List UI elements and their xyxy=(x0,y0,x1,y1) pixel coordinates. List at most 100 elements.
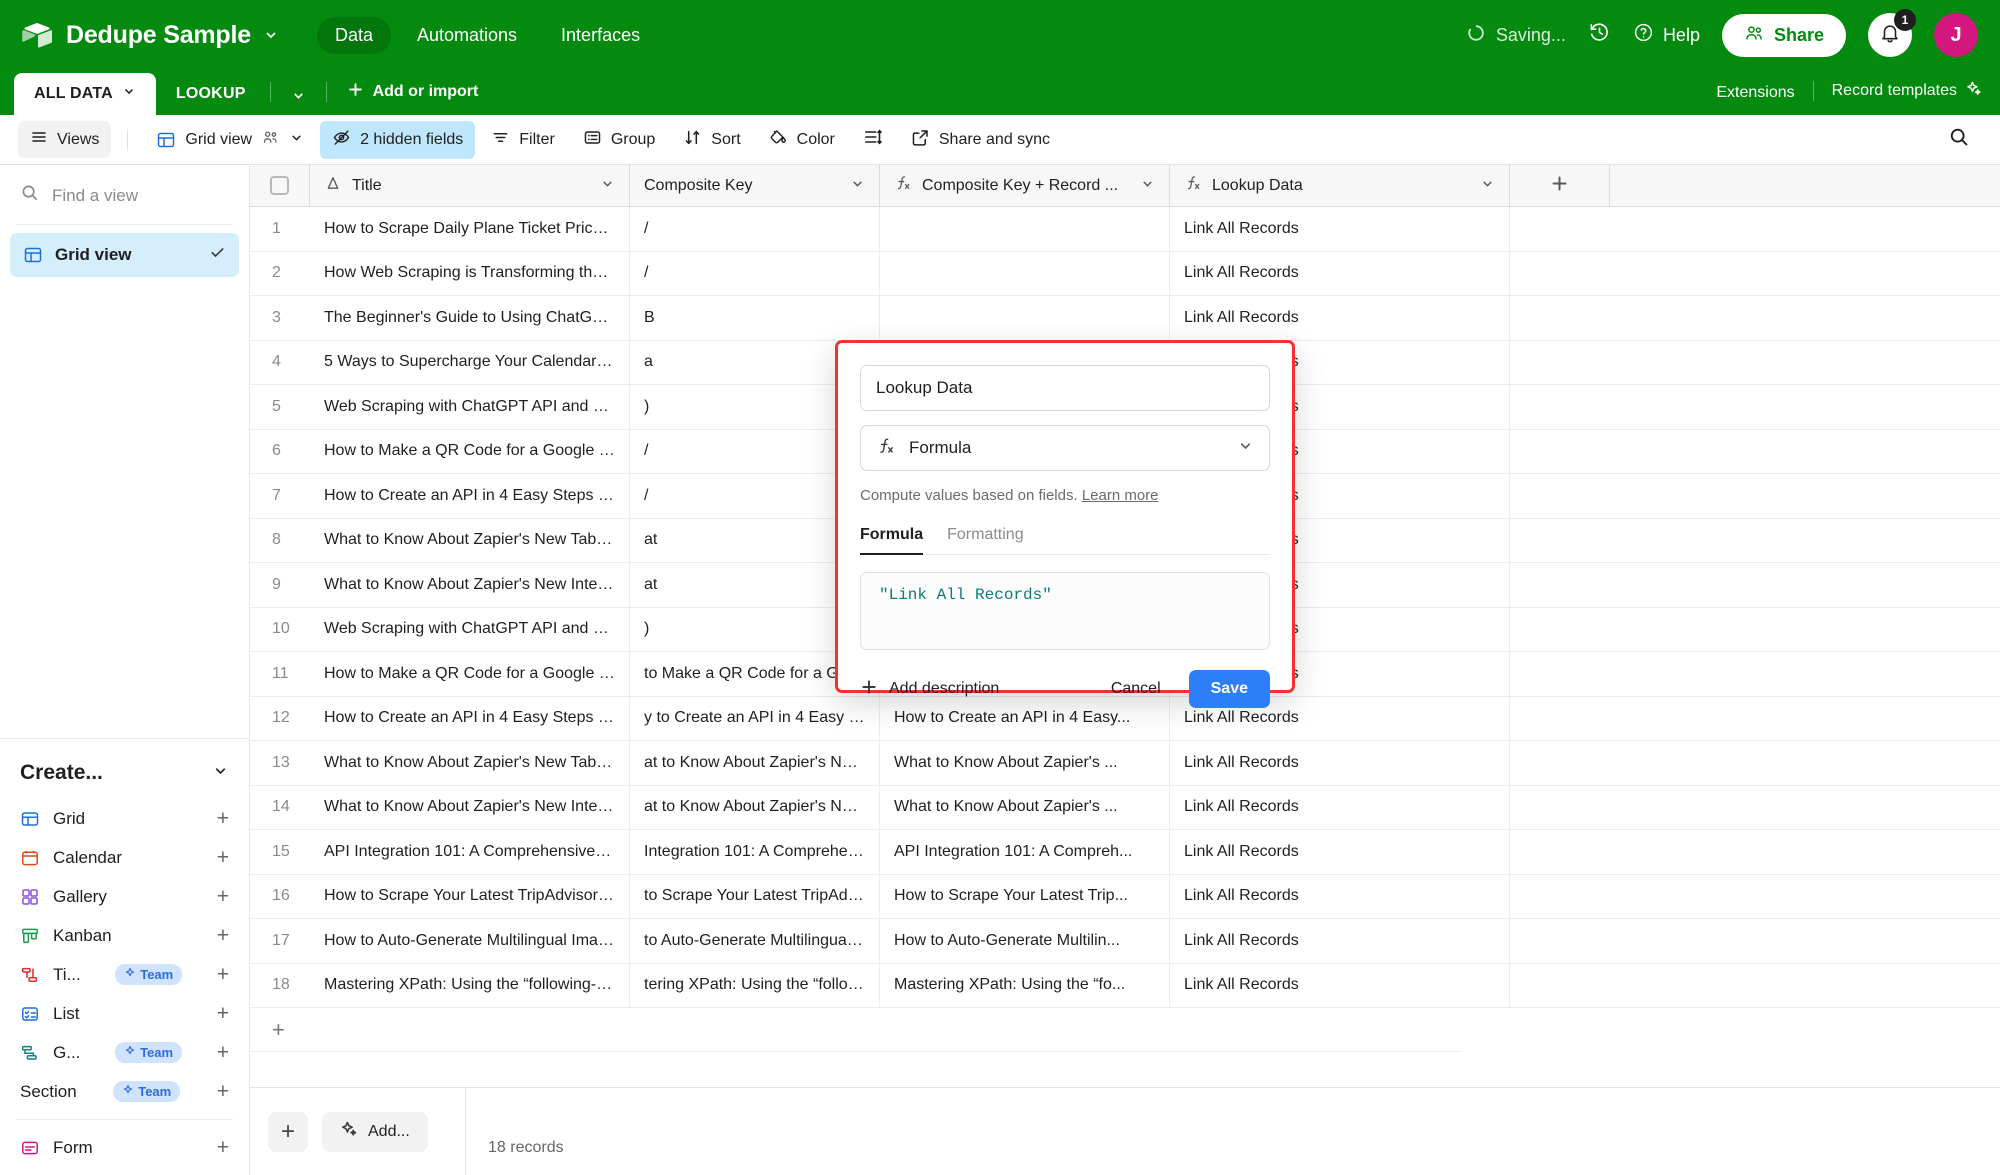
create-item-list[interactable]: List + xyxy=(0,994,249,1033)
cell-ck[interactable]: / xyxy=(630,251,880,295)
tab-lookup[interactable]: LOOKUP xyxy=(156,74,266,115)
learn-more-link[interactable]: Learn more xyxy=(1082,487,1159,504)
cell-title[interactable]: How to Make a QR Code for a Google For..… xyxy=(310,429,630,473)
plus-icon[interactable]: + xyxy=(217,1003,229,1024)
column-header-composite-key-record[interactable]: Composite Key + Record ... xyxy=(880,165,1170,206)
plus-icon[interactable]: + xyxy=(217,1042,229,1063)
cell-title[interactable]: How to Auto-Generate Multilingual Images… xyxy=(310,919,630,963)
table-row[interactable]: 17 How to Auto-Generate Multilingual Imag… xyxy=(250,919,2000,964)
cell-ck[interactable]: tering XPath: Using the “following... xyxy=(630,963,880,1007)
create-item-gallery[interactable]: Gallery + xyxy=(0,877,249,916)
cell-title[interactable]: What to Know About Zapier's New Interfac… xyxy=(310,563,630,607)
nav-item-automations[interactable]: Automations xyxy=(399,17,535,54)
cell-ck[interactable]: to Scrape Your Latest TripAdviso... xyxy=(630,874,880,918)
chevron-down-icon[interactable] xyxy=(1480,176,1495,196)
table-row[interactable]: 15 API Integration 101: A Comprehensive G… xyxy=(250,830,2000,875)
views-toggle-button[interactable]: Views xyxy=(18,121,112,158)
field-name-input[interactable]: Lookup Data xyxy=(860,365,1270,411)
cell-lookup[interactable]: Link All Records xyxy=(1170,251,1510,295)
group-button[interactable]: Group xyxy=(571,121,667,159)
hidden-fields-button[interactable]: 2 hidden fields xyxy=(320,120,476,159)
plus-icon[interactable]: + xyxy=(217,847,229,868)
tables-overflow-chevron[interactable] xyxy=(275,77,322,115)
add-or-import-button[interactable]: Add or import xyxy=(331,70,495,115)
add-field-button[interactable] xyxy=(1510,165,1610,206)
share-button[interactable]: Share xyxy=(1721,13,1846,57)
chevron-down-icon[interactable] xyxy=(1237,437,1254,459)
chevron-down-icon[interactable] xyxy=(850,176,865,196)
field-type-select[interactable]: Formula xyxy=(860,425,1270,471)
cell-lookup[interactable]: Link All Records xyxy=(1170,296,1510,340)
create-item-grid[interactable]: Grid + xyxy=(0,799,249,838)
add-record-menu-button[interactable]: Add... xyxy=(322,1111,428,1152)
cell-ckr[interactable]: What to Know About Zapier's ... xyxy=(880,741,1170,785)
create-item-section[interactable]: Section Team + xyxy=(0,1072,249,1111)
cell-lookup[interactable]: Link All Records xyxy=(1170,741,1510,785)
plus-icon[interactable]: + xyxy=(217,925,229,946)
sort-button[interactable]: Sort xyxy=(671,121,752,159)
cell-ckr[interactable]: API Integration 101: A Compreh... xyxy=(880,830,1170,874)
cell-ckr[interactable]: How to Scrape Your Latest Trip... xyxy=(880,874,1170,918)
plus-icon[interactable]: + xyxy=(217,1081,229,1102)
plus-icon[interactable]: + xyxy=(217,886,229,907)
chevron-down-icon[interactable] xyxy=(600,176,615,196)
cell-title[interactable]: Mastering XPath: Using the “following-si… xyxy=(310,963,630,1007)
base-chevron-down-icon[interactable] xyxy=(263,27,279,43)
filter-button[interactable]: Filter xyxy=(479,121,567,159)
cell-title[interactable]: How to Make a QR Code for a Google For..… xyxy=(310,652,630,696)
cell-title[interactable]: API Integration 101: A Comprehensive Gui… xyxy=(310,830,630,874)
tab-all-data[interactable]: ALL DATA xyxy=(14,73,156,115)
cell-ckr[interactable] xyxy=(880,251,1170,295)
cell-title[interactable]: How Web Scraping is Transforming the Ma.… xyxy=(310,251,630,295)
cell-ckr[interactable] xyxy=(880,207,1170,251)
chevron-down-icon[interactable] xyxy=(1140,176,1155,196)
cell-ck[interactable]: B xyxy=(630,296,880,340)
cell-ck[interactable]: at to Know About Zapier's New Ta... xyxy=(630,741,880,785)
cell-lookup[interactable]: Link All Records xyxy=(1170,963,1510,1007)
cell-ck[interactable]: to Auto-Generate Multilingual Im... xyxy=(630,919,880,963)
cell-title[interactable]: What to Know About Zapier's New Tables .… xyxy=(310,518,630,562)
select-all-checkbox[interactable] xyxy=(250,165,310,206)
cell-lookup[interactable]: Link All Records xyxy=(1170,874,1510,918)
create-item-timeline[interactable]: Ti... Team + xyxy=(0,955,249,994)
table-row[interactable]: 13 What to Know About Zapier's New Tables… xyxy=(250,741,2000,786)
create-section-header[interactable]: Create... xyxy=(0,739,249,799)
cell-ck[interactable]: at to Know About Zapier's New Int... xyxy=(630,785,880,829)
table-row[interactable]: 14 What to Know About Zapier's New Interf… xyxy=(250,785,2000,830)
cell-title[interactable]: Web Scraping with ChatGPT API and Brow..… xyxy=(310,607,630,651)
chevron-down-icon[interactable] xyxy=(212,761,229,785)
find-a-view-input[interactable]: Find a view xyxy=(0,165,249,224)
add-record-plus-button[interactable]: + xyxy=(268,1111,308,1152)
cell-title[interactable]: How to Scrape Daily Plane Ticket Prices … xyxy=(310,207,630,251)
create-item-calendar[interactable]: Calendar + xyxy=(0,838,249,877)
add-description-button[interactable]: Add description xyxy=(860,678,999,701)
plus-icon[interactable]: + xyxy=(217,808,229,829)
cell-ckr[interactable]: How to Auto-Generate Multilin... xyxy=(880,919,1170,963)
column-header-lookup-data[interactable]: Lookup Data xyxy=(1170,165,1510,206)
table-row[interactable]: 3 The Beginner's Guide to Using ChatGPT A… xyxy=(250,296,2000,341)
table-row[interactable]: 18 Mastering XPath: Using the “following-… xyxy=(250,963,2000,1008)
save-button[interactable]: Save xyxy=(1188,670,1270,708)
cell-lookup[interactable]: Link All Records xyxy=(1170,830,1510,874)
formula-code-editor[interactable]: "Link All Records" xyxy=(860,572,1270,650)
cell-title[interactable]: How to Scrape Your Latest TripAdvisor Re… xyxy=(310,874,630,918)
nav-item-interfaces[interactable]: Interfaces xyxy=(543,17,658,54)
create-item-form[interactable]: Form + xyxy=(0,1128,249,1167)
add-row-button[interactable]: + xyxy=(250,1008,1460,1052)
cell-ckr[interactable] xyxy=(880,296,1170,340)
row-height-button[interactable] xyxy=(851,120,895,159)
column-header-title[interactable]: Title xyxy=(310,165,630,206)
nav-item-data[interactable]: Data xyxy=(316,16,391,54)
cell-title[interactable]: What to Know About Zapier's New Tables .… xyxy=(310,741,630,785)
plus-icon[interactable]: + xyxy=(217,964,229,985)
table-row[interactable]: 1 How to Scrape Daily Plane Ticket Prices… xyxy=(250,207,2000,252)
user-avatar[interactable]: J xyxy=(1934,13,1978,57)
plus-icon[interactable]: + xyxy=(217,1137,229,1158)
cancel-button[interactable]: Cancel xyxy=(1095,671,1177,707)
tab-formula[interactable]: Formula xyxy=(860,526,924,555)
extensions-button[interactable]: Extensions xyxy=(1698,73,1812,115)
search-button[interactable] xyxy=(1936,119,1982,160)
cell-ck[interactable]: / xyxy=(630,207,880,251)
cell-title[interactable]: How to Create an API in 4 Easy Steps (wi… xyxy=(310,474,630,518)
cell-title[interactable]: Web Scraping with ChatGPT API and Brow..… xyxy=(310,385,630,429)
